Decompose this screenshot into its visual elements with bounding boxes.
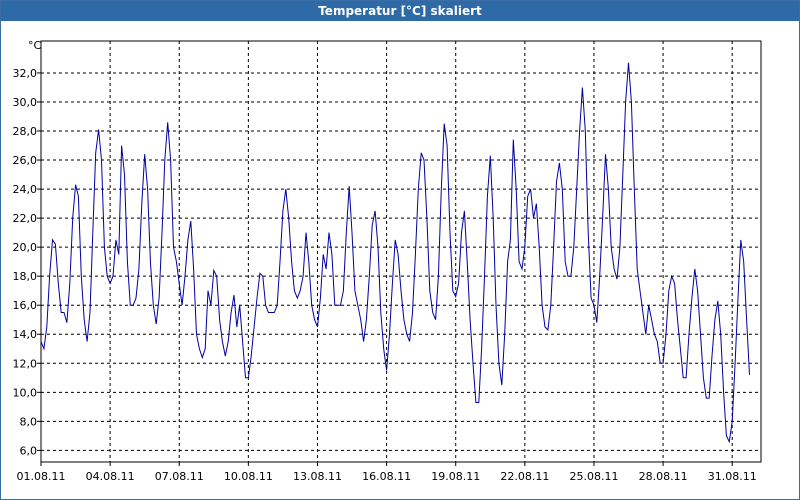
y-tick-label: 32,0: [13, 67, 38, 80]
y-tick-label: 26,0: [13, 154, 38, 167]
y-axis-ticks: 6,0 8,0 10,0 12,0 14,0 16,0 18,0 20,0 22,0 24,0 26…: [13, 67, 41, 457]
temperature-series-line: [40, 62, 750, 444]
y-tick-label: 24,0: [13, 183, 38, 196]
y-axis-unit-label: °C: [28, 39, 42, 52]
y-tick-label: 30,0: [13, 96, 38, 109]
x-tick-label: 10.08.11: [224, 470, 273, 483]
grid-lines: [41, 41, 761, 462]
y-tick-label: 20,0: [13, 241, 38, 254]
chart-window: Temperatur [°C] skaliert °C 6,0 8,0 10,0 12…: [0, 0, 800, 500]
y-tick-label: 6,0: [20, 444, 38, 457]
y-tick-label: 18,0: [13, 270, 38, 283]
x-axis-ticks: 01.08.11 04.08.11 07.08.11 10.08.11 13.08.11…: [17, 462, 757, 483]
x-tick-label: 13.08.11: [293, 470, 342, 483]
y-tick-label: 16,0: [13, 299, 38, 312]
x-tick-label: 25.08.11: [569, 470, 618, 483]
window-title-bar: Temperatur [°C] skaliert: [1, 1, 799, 21]
chart-title: Temperatur [°C] skaliert: [318, 4, 482, 18]
x-tick-label: 31.08.11: [708, 470, 757, 483]
x-tick-label: 22.08.11: [500, 470, 549, 483]
x-tick-label: 07.08.11: [155, 470, 204, 483]
y-tick-label: 14,0: [13, 328, 38, 341]
y-tick-label: 10,0: [13, 386, 38, 399]
x-tick-label: 16.08.11: [362, 470, 411, 483]
y-tick-label: 12,0: [13, 357, 38, 370]
y-tick-label: 28,0: [13, 125, 38, 138]
x-tick-label: 19.08.11: [431, 470, 480, 483]
x-tick-label: 04.08.11: [86, 470, 135, 483]
x-tick-label: 28.08.11: [639, 470, 688, 483]
x-tick-label: 01.08.11: [17, 470, 66, 483]
y-tick-label: 8,0: [20, 415, 38, 428]
chart-plot: °C 6,0 8,0 10,0 12,0 14,0 16,0 18,0 20,0 22,0 24,…: [13, 39, 762, 483]
plot-area-frame: [40, 40, 762, 463]
y-tick-label: 22,0: [13, 212, 38, 225]
